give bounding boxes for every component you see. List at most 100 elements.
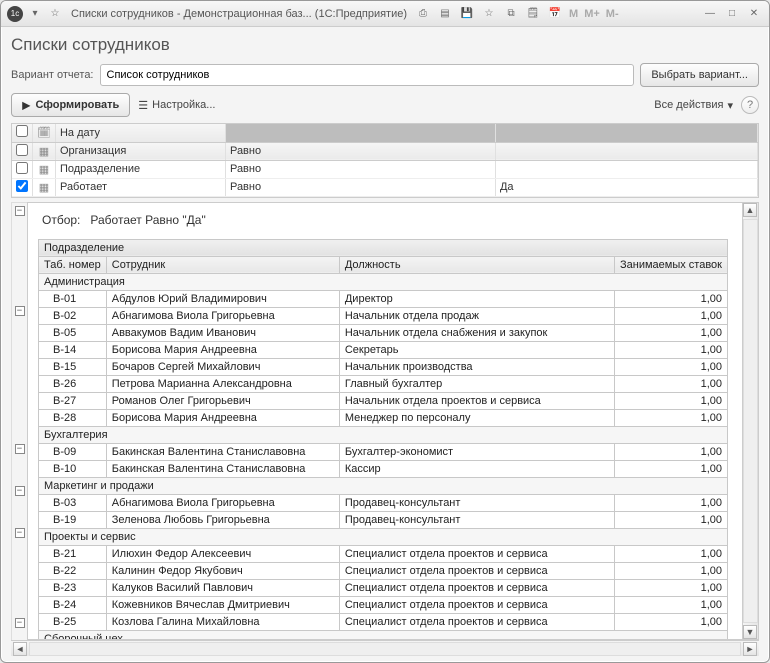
section-row[interactable]: Проекты и сервис: [39, 528, 728, 545]
filter-checkbox[interactable]: [16, 162, 28, 174]
cell-position: Начальник отдела продаж: [339, 307, 614, 324]
star-icon[interactable]: ☆: [47, 6, 63, 22]
favorite-icon[interactable]: ☆: [481, 6, 497, 22]
app-logo-icon: 1c: [7, 6, 23, 22]
section-row[interactable]: Сборочный цех: [39, 630, 728, 640]
all-actions-button[interactable]: Все действия ▾: [654, 99, 733, 112]
filter-field[interactable]: Подразделение: [55, 160, 225, 178]
filter-value[interactable]: Да: [495, 178, 757, 196]
close-button[interactable]: ✕: [745, 5, 763, 23]
cell-tabno: В-03: [39, 494, 107, 511]
filter-condition[interactable]: Равно: [225, 160, 495, 178]
play-icon: ▶: [22, 99, 30, 111]
table-row[interactable]: В-26Петрова Марианна АлександровнаГлавны…: [39, 375, 728, 392]
scroll-left-icon[interactable]: ◄: [13, 642, 27, 656]
collapse-icon[interactable]: −: [15, 206, 25, 216]
cell-position: Начальник отдела снабжения и закупок: [339, 324, 614, 341]
section-row[interactable]: Бухгалтерия: [39, 426, 728, 443]
collapse-icon[interactable]: −: [15, 306, 25, 316]
print-icon[interactable]: ⎙: [415, 6, 431, 22]
table-row[interactable]: В-10Бакинская Валентина СтаниславовнаКас…: [39, 460, 728, 477]
cell-rate: 1,00: [614, 324, 727, 341]
variant-input[interactable]: [100, 64, 635, 86]
table-row[interactable]: В-28Борисова Мария АндреевнаМенеджер по …: [39, 409, 728, 426]
section-name: Сборочный цех: [39, 630, 728, 640]
scroll-up-icon[interactable]: ▲: [743, 203, 757, 217]
table-row[interactable]: В-24Кожевников Вячеслав ДмитриевичСпециа…: [39, 596, 728, 613]
collapse-icon[interactable]: −: [15, 528, 25, 538]
filter-condition[interactable]: Равно: [225, 142, 495, 160]
cell-position: Бухгалтер-экономист: [339, 443, 614, 460]
scroll-right-icon[interactable]: ►: [743, 642, 757, 656]
table-row[interactable]: В-19Зеленова Любовь ГригорьевнаПродавец-…: [39, 511, 728, 528]
filter-field[interactable]: Организация: [55, 142, 225, 160]
cell-employee: Калуков Василий Павлович: [106, 579, 339, 596]
table-row[interactable]: В-21Илюхин Федор АлексеевичСпециалист от…: [39, 545, 728, 562]
vertical-scrollbar[interactable]: ▲ ▼: [742, 203, 758, 640]
run-button[interactable]: ▶Сформировать: [11, 93, 130, 117]
section-row[interactable]: Маркетинг и продажи: [39, 477, 728, 494]
cell-position: Специалист отдела проектов и сервиса: [339, 579, 614, 596]
outline-gutter[interactable]: − − − − − −: [11, 202, 27, 641]
filter-field-icon: ▦: [33, 160, 56, 178]
cell-position: Специалист отдела проектов и сервиса: [339, 596, 614, 613]
table-row[interactable]: В-05Аввакумов Вадим ИвановичНачальник от…: [39, 324, 728, 341]
collapse-icon[interactable]: −: [15, 486, 25, 496]
toolbar: ▶Сформировать ☰Настройка... Все действия…: [11, 93, 759, 117]
filter-header-checkbox[interactable]: [16, 125, 28, 137]
m-minus-icon[interactable]: M: [569, 8, 578, 20]
cell-rate: 1,00: [614, 511, 727, 528]
help-button[interactable]: ?: [741, 96, 759, 114]
table-row[interactable]: В-09Бакинская Валентина СтаниславовнаБух…: [39, 443, 728, 460]
settings-button[interactable]: ☰Настройка...: [138, 99, 215, 112]
cell-employee: Абнагимова Виола Григорьевна: [106, 307, 339, 324]
filter-checkbox[interactable]: [16, 144, 28, 156]
cell-rate: 1,00: [614, 358, 727, 375]
calculator-icon[interactable]: 🗒: [525, 6, 541, 22]
filter-condition[interactable]: Равно: [225, 178, 495, 196]
table-row[interactable]: В-27Романов Олег ГригорьевичНачальник от…: [39, 392, 728, 409]
horizontal-scrollbar[interactable]: ◄ ►: [11, 640, 759, 656]
m-minus2-icon[interactable]: M-: [606, 8, 619, 20]
cell-position: Начальник отдела проектов и сервиса: [339, 392, 614, 409]
titlebar: 1c ▾ ☆ Списки сотрудников - Демонстрацио…: [1, 1, 769, 27]
calendar-icon[interactable]: 📅: [547, 6, 563, 22]
scroll-down-icon[interactable]: ▼: [743, 625, 757, 639]
table-row[interactable]: В-14Борисова Мария АндреевнаСекретарь1,0…: [39, 341, 728, 358]
date-icon: 🗓: [33, 124, 56, 142]
collapse-icon[interactable]: −: [15, 618, 25, 628]
preview-icon[interactable]: ▤: [437, 6, 453, 22]
table-row[interactable]: В-03Абнагимова Виола ГригорьевнаПродавец…: [39, 494, 728, 511]
filter-checkbox[interactable]: [16, 180, 28, 192]
section-row[interactable]: Администрация: [39, 273, 728, 290]
cell-employee: Козлова Галина Михайловна: [106, 613, 339, 630]
table-row[interactable]: В-22Калинин Федор ЯкубовичСпециалист отд…: [39, 562, 728, 579]
cell-rate: 1,00: [614, 562, 727, 579]
minimize-button[interactable]: —: [701, 5, 719, 23]
history-icon[interactable]: ⧉: [503, 6, 519, 22]
cell-rate: 1,00: [614, 596, 727, 613]
filter-value[interactable]: [495, 142, 757, 160]
filter-value[interactable]: [495, 160, 757, 178]
table-row[interactable]: В-25Козлова Галина МихайловнаСпециалист …: [39, 613, 728, 630]
table-row[interactable]: В-02Абнагимова Виола ГригорьевнаНачальни…: [39, 307, 728, 324]
cell-employee: Романов Олег Григорьевич: [106, 392, 339, 409]
choose-variant-button[interactable]: Выбрать вариант...: [640, 63, 759, 87]
dropdown-icon[interactable]: ▾: [27, 6, 43, 22]
cell-rate: 1,00: [614, 375, 727, 392]
app-window: 1c ▾ ☆ Списки сотрудников - Демонстрацио…: [0, 0, 770, 663]
cell-tabno: В-27: [39, 392, 107, 409]
cell-employee: Аввакумов Вадим Иванович: [106, 324, 339, 341]
m-plus-icon[interactable]: M+: [584, 8, 600, 20]
save-icon[interactable]: 💾: [459, 6, 475, 22]
filter-field[interactable]: Работает: [55, 178, 225, 196]
report-viewport[interactable]: Отбор: Работает Равно "Да" Подразделение…: [27, 202, 759, 641]
cell-position: Специалист отдела проектов и сервиса: [339, 562, 614, 579]
collapse-icon[interactable]: −: [15, 444, 25, 454]
table-row[interactable]: В-01Абдулов Юрий ВладимировичДиректор1,0…: [39, 290, 728, 307]
table-row[interactable]: В-15Бочаров Сергей МихайловичНачальник п…: [39, 358, 728, 375]
table-row[interactable]: В-23Калуков Василий ПавловичСпециалист о…: [39, 579, 728, 596]
maximize-button[interactable]: □: [723, 5, 741, 23]
cell-rate: 1,00: [614, 409, 727, 426]
cell-employee: Абнагимова Виола Григорьевна: [106, 494, 339, 511]
